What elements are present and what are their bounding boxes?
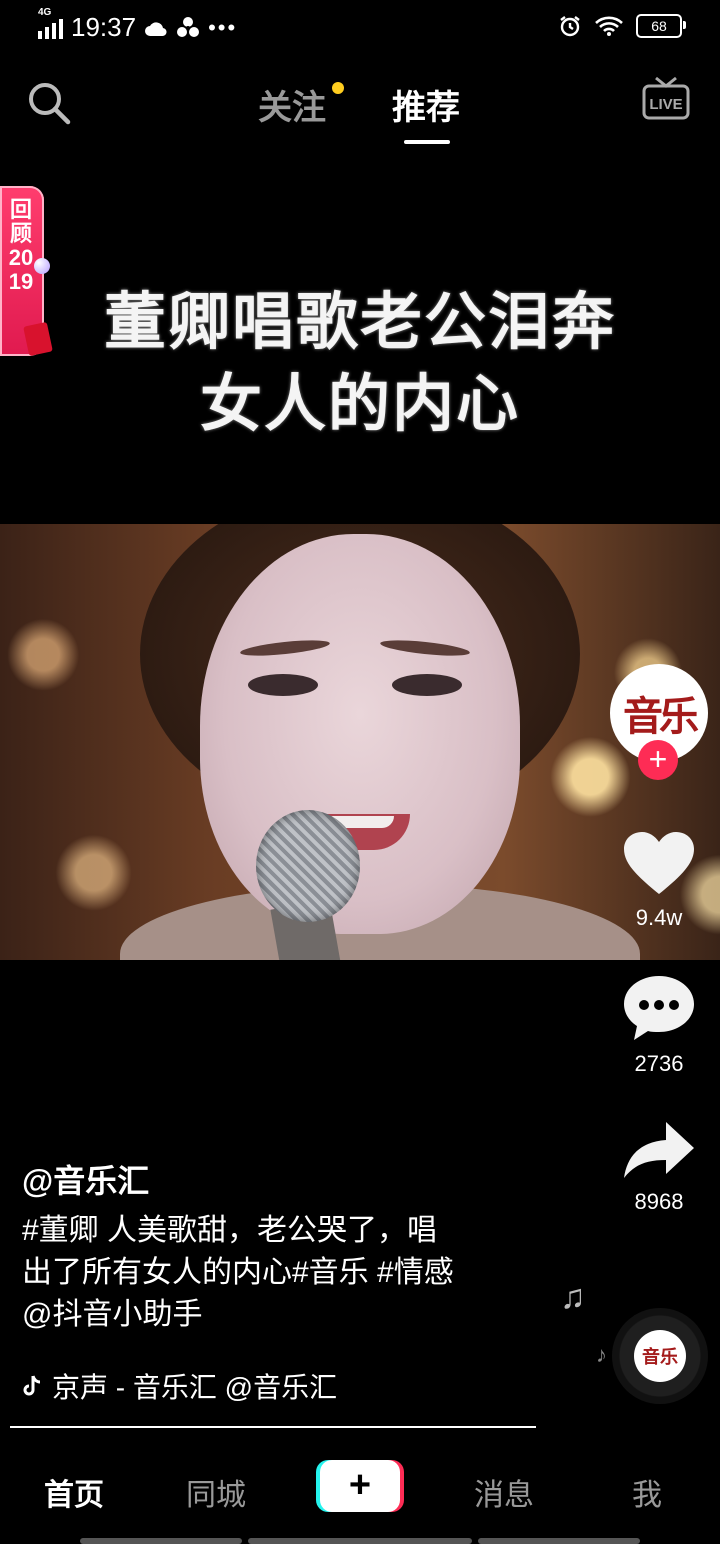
nav-me[interactable]: 我 — [632, 1470, 662, 1514]
video-caption: 董卿唱歌老公泪奔 女人的内心 — [0, 282, 720, 446]
music-info[interactable]: 京声 - 音乐汇 @音乐汇 — [22, 1366, 392, 1406]
network-type: 4G — [38, 6, 52, 18]
nav-nearby[interactable]: 同城 — [186, 1470, 246, 1514]
system-gesture-bar-center — [248, 1538, 472, 1544]
fan-icon — [177, 16, 200, 37]
tiktok-note-icon — [23, 1375, 41, 1396]
description-line-2: 出了所有女人的内心#音乐 #情感 — [22, 1256, 454, 1289]
follow-button[interactable]: + — [638, 740, 678, 780]
signal-icon: 4G — [38, 7, 63, 39]
status-right: 68 — [558, 14, 686, 38]
singer-eye-left — [248, 674, 318, 696]
nav-messages[interactable]: 消息 — [474, 1470, 534, 1514]
alarm-icon — [560, 16, 580, 37]
nav-home[interactable]: 首页 — [44, 1470, 104, 1514]
share-count: 8968 — [634, 1189, 684, 1214]
singer-eye-right — [392, 674, 462, 696]
live-label: LIVE — [649, 96, 682, 113]
more-status-icon: ••• — [208, 14, 238, 40]
floating-music-note-small-icon: ♪ — [596, 1342, 607, 1367]
create-button[interactable]: + — [316, 1460, 404, 1512]
wifi-icon — [595, 16, 623, 36]
share-button[interactable]: 8968 — [614, 1120, 704, 1215]
battery-level: 68 — [651, 18, 667, 34]
author-name[interactable]: @音乐汇 — [22, 1156, 149, 1202]
comment-icon — [624, 976, 694, 1040]
video-frame[interactable] — [0, 524, 720, 960]
search-icon — [29, 83, 71, 125]
status-time: 19:37 — [71, 12, 137, 42]
description-line-3: @抖音小助手 — [22, 1298, 203, 1331]
status-bar: 4G 19:37 ••• 68 — [0, 0, 720, 58]
active-tab-indicator — [404, 140, 450, 144]
like-count: 9.4w — [635, 905, 683, 930]
status-left: 4G 19:37 ••• — [38, 7, 238, 43]
badge-bubble — [34, 258, 50, 274]
comment-button[interactable]: 2736 — [614, 974, 704, 1077]
search-button[interactable] — [24, 78, 74, 128]
battery-icon: 68 — [636, 14, 686, 38]
singer-face — [200, 534, 520, 934]
heart-icon — [624, 832, 694, 894]
avatar-text: 音乐 — [623, 693, 699, 740]
badge-text: 回顾2019 — [8, 197, 34, 294]
microphone-icon — [256, 810, 360, 922]
description-line-1: #董卿 人美歌甜，老公哭了，唱 — [22, 1214, 438, 1247]
like-button[interactable]: 9.4w — [614, 830, 704, 931]
cloud-icon — [145, 21, 167, 36]
share-icon — [624, 1122, 694, 1178]
video-caption-line2: 女人的内心 — [199, 370, 520, 439]
live-button[interactable]: LIVE — [640, 74, 692, 124]
tab-follow[interactable]: 关注 — [258, 80, 326, 129]
floating-music-note-icon: ♫ — [560, 1278, 586, 1316]
comment-count: 2736 — [634, 1051, 684, 1076]
disc-label: 音乐 — [634, 1330, 686, 1382]
music-title: 京声 - 音乐汇 @音乐汇 — [52, 1372, 338, 1403]
system-gesture-bar-left — [80, 1538, 242, 1544]
video-progress-bar[interactable] — [10, 1426, 536, 1428]
bottom-nav: 首页 同城 + 消息 我 — [0, 1430, 720, 1544]
live-tv-icon: LIVE — [642, 76, 690, 120]
plus-icon: + — [320, 1460, 400, 1512]
post-description[interactable]: #董卿 人美歌甜，老公哭了，唱 出了所有女人的内心#音乐 #情感 @抖音小助手 — [22, 1210, 532, 1336]
tab-recommend[interactable]: 推荐 — [392, 80, 460, 129]
system-gesture-bar-right — [478, 1538, 640, 1544]
notification-dot — [332, 82, 344, 94]
top-nav: 关注 推荐 LIVE — [0, 60, 720, 150]
video-caption-line1: 董卿唱歌老公泪奔 — [103, 288, 616, 357]
music-disc-button[interactable]: 音乐 — [612, 1308, 708, 1404]
